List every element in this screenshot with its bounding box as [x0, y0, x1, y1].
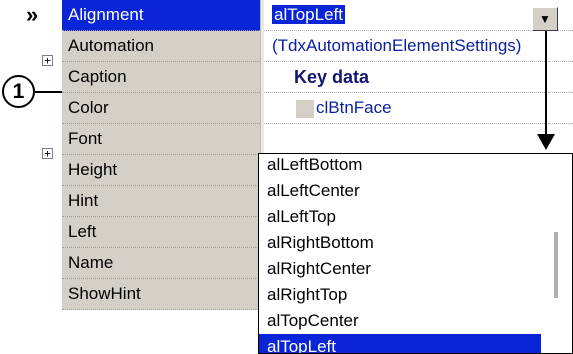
property-name: Font — [62, 124, 260, 155]
plus-box-icon[interactable]: + — [42, 148, 53, 159]
property-value-text: alTopLeft — [272, 5, 345, 24]
dropdown-option[interactable]: alLeftBottom — [259, 154, 541, 178]
property-value-color[interactable]: clBtnFace — [264, 93, 573, 124]
property-value-text: clBtnFace — [316, 98, 392, 117]
double-chevron-right-icon: » — [26, 2, 39, 27]
property-name: Hint — [62, 186, 260, 217]
dropdown-button[interactable]: ▼ — [532, 7, 558, 31]
property-value-automation[interactable]: (TdxAutomationElementSettings) — [264, 31, 573, 62]
property-value-font[interactable] — [264, 124, 573, 155]
down-arrow-icon — [545, 31, 547, 136]
scrollbar-thumb[interactable] — [554, 232, 558, 298]
property-row-font[interactable]: Font — [62, 124, 573, 155]
dropdown-option[interactable]: alLeftCenter — [259, 178, 541, 204]
dropdown-option[interactable]: alRightBottom — [259, 230, 541, 256]
property-name: Height — [62, 155, 260, 186]
callout-number: 1 — [2, 75, 35, 108]
dropdown-option[interactable]: alRightTop — [259, 282, 541, 308]
property-name: Color — [62, 93, 260, 124]
triangle-down-icon: ▼ — [539, 12, 551, 26]
dropdown-option[interactable]: alTopCenter — [259, 308, 541, 334]
property-name: Caption — [62, 62, 260, 93]
property-name: Left — [62, 217, 260, 248]
property-row-caption[interactable]: Caption Key data — [62, 62, 573, 93]
dropdown-option-selected[interactable]: alTopLeft — [259, 334, 541, 353]
row-indicator-gutter — [0, 0, 62, 354]
property-row-automation[interactable]: Automation (TdxAutomationElementSettings… — [62, 31, 573, 62]
down-arrow-head — [537, 134, 555, 150]
dropdown-option[interactable]: alRightCenter — [259, 256, 541, 282]
plus-box-icon[interactable]: + — [42, 55, 53, 66]
property-row-alignment[interactable]: Alignment alTopLeft — [62, 0, 573, 31]
property-value-caption[interactable]: Key data — [264, 62, 573, 93]
property-name: Alignment — [62, 0, 260, 31]
property-value-alignment[interactable]: alTopLeft — [264, 0, 573, 31]
dropdown-option[interactable]: alLeftTop — [259, 204, 541, 230]
color-swatch — [296, 100, 314, 118]
alignment-dropdown-list[interactable]: alLeftBottom alLeftCenter alLeftTop alRi… — [258, 153, 573, 354]
property-name: Automation — [62, 31, 260, 62]
callout-line — [35, 91, 62, 93]
property-name: Name — [62, 248, 260, 279]
scrollbar[interactable] — [541, 154, 572, 353]
property-row-color[interactable]: Color clBtnFace — [62, 93, 573, 124]
property-name: ShowHint — [62, 279, 260, 310]
